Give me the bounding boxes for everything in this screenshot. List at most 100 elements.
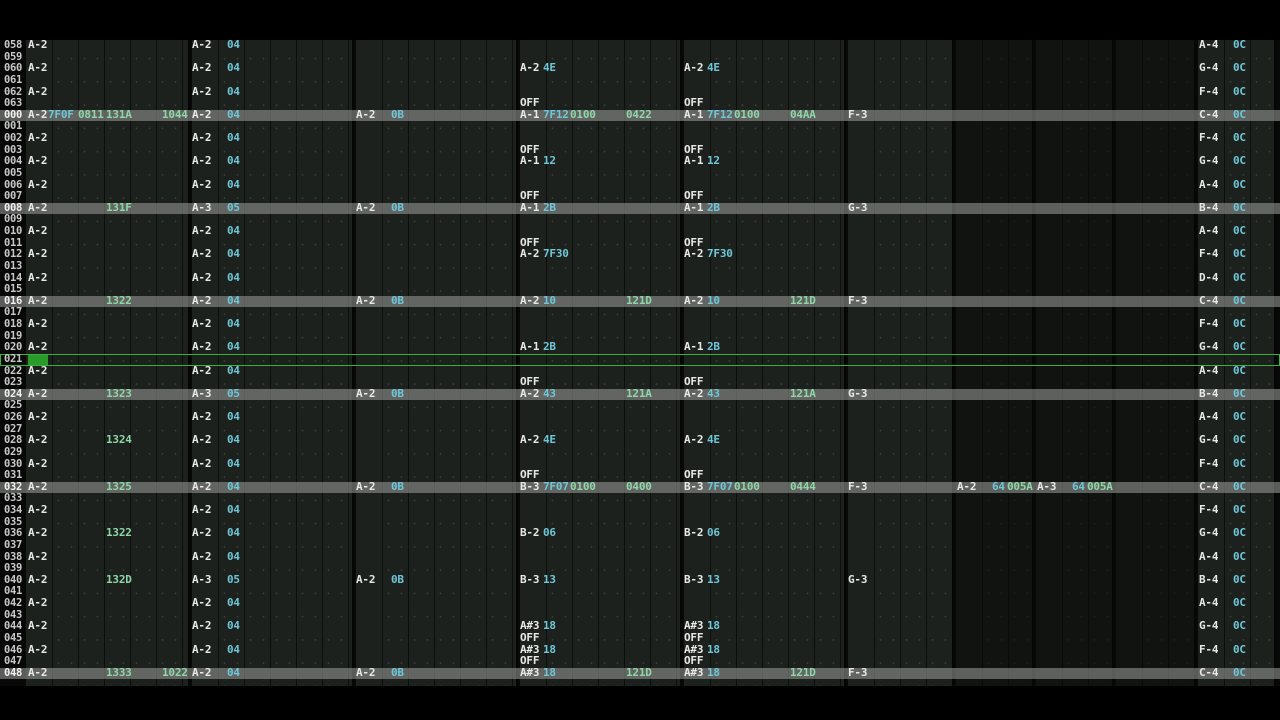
volume-cell[interactable]: 0C [1233,364,1246,377]
note-cell[interactable]: A-2 [28,597,47,609]
note-cell[interactable]: A-2 [192,411,211,423]
note-cell[interactable]: F-4 [1199,248,1218,260]
note-cell[interactable]: A-2 [520,434,539,446]
effect-cell[interactable]: 0811 [78,108,104,121]
note-cell[interactable]: A-2 [684,294,703,307]
note-cell[interactable]: A-2 [684,434,703,446]
note-cell[interactable]: A-2 [192,178,211,191]
note-cell[interactable]: G-4 [1199,527,1218,539]
volume-cell[interactable]: 04 [227,155,240,167]
note-cell[interactable]: F-3 [848,294,867,307]
note-cell[interactable]: A-2 [28,527,47,539]
note-cell[interactable]: A-2 [28,387,47,400]
volume-cell[interactable]: 0C [1233,178,1246,191]
volume-cell[interactable]: 10 [707,294,720,307]
note-cell[interactable]: F-3 [848,108,867,121]
volume-cell[interactable]: 18 [707,643,720,656]
pattern-row[interactable]: 060 A-2 A-2 04 A-2 4E A-2 4E G-4 0C [0,62,1280,75]
note-cell[interactable]: A-2 [192,155,211,167]
volume-cell[interactable]: 04 [227,248,240,260]
pattern-row[interactable]: 046 A-2 A-2 04 A#3 18 A#3 18 F-4 0C [0,643,1280,657]
note-cell[interactable]: A-2 [192,341,211,353]
note-cell[interactable]: A-2 [28,155,47,167]
effect-cell[interactable]: 0400 [626,480,652,493]
volume-cell[interactable]: 04 [227,364,240,377]
note-cell[interactable]: A-2 [520,387,539,400]
beat-row[interactable]: 000 A-2 7F0F 0811 131A 1044 A-2 04 A-2 0B A-1 7F12 0… [0,108,1280,122]
volume-cell[interactable]: 0C [1233,201,1246,214]
note-cell[interactable]: B-3 [684,573,703,586]
volume-cell[interactable]: 0C [1233,341,1246,353]
note-cell[interactable]: A-2 [192,62,211,74]
note-cell[interactable]: F-3 [848,480,867,493]
note-cell[interactable]: F-3 [848,666,867,679]
note-cell[interactable]: B-4 [1199,201,1218,214]
volume-cell[interactable]: 06 [707,527,720,539]
volume-cell[interactable]: 0C [1233,457,1246,470]
effect-cell[interactable]: 121D [790,666,816,679]
beat-row[interactable]: 024 A-2 1323 A-3 05 A-2 0B A-2 43 121A A-2 43 121A G-… [0,387,1280,401]
note-cell[interactable]: A-4 [1199,225,1218,237]
note-cell[interactable]: A#3 [520,666,539,679]
pattern-row[interactable]: 030 A-2 A-2 04 F-4 0C [0,457,1280,471]
volume-cell[interactable]: 43 [543,387,556,400]
volume-cell[interactable]: 0B [391,666,404,679]
volume-cell[interactable]: 0C [1233,155,1246,167]
volume-cell[interactable]: 0C [1233,85,1246,98]
volume-cell[interactable]: 0B [391,573,404,586]
note-cell[interactable]: A-2 [28,341,47,353]
effect-cell[interactable]: 1322 [106,527,132,539]
note-cell[interactable]: A-2 [520,294,539,307]
note-cell[interactable]: A-2 [192,248,211,260]
volume-cell[interactable]: 0C [1233,620,1246,632]
note-cell[interactable]: A-4 [1199,178,1218,191]
note-cell[interactable]: A-4 [1199,411,1218,423]
note-cell[interactable]: B-3 [684,480,703,493]
pattern-row[interactable]: 004 A-2 A-2 04 A-1 12 A-1 12 G-4 0C [0,155,1280,168]
note-cell[interactable]: A-2 [28,225,47,237]
volume-cell[interactable]: 04 [227,225,240,237]
volume-cell[interactable]: 64 [992,480,1005,493]
volume-cell[interactable]: 0C [1233,573,1246,586]
effect-cell[interactable]: 04AA [790,108,816,121]
note-cell[interactable]: A-4 [1199,364,1218,377]
note-cell[interactable]: A-2 [957,480,976,493]
effect-cell[interactable]: 1333 [106,666,132,679]
volume-cell[interactable]: 0B [391,108,404,121]
note-cell[interactable]: C-4 [1199,480,1218,493]
pattern-row[interactable]: 006 A-2 A-2 04 A-4 0C [0,178,1280,192]
volume-cell[interactable]: 04 [227,480,240,493]
note-cell[interactable]: A-2 [192,434,211,446]
effect-cell[interactable]: 1022 [162,666,188,679]
pattern-row[interactable]: 044 A-2 A-2 04 A#3 18 A#3 18 G-4 0C [0,620,1280,633]
pattern-row[interactable]: 042 A-2 A-2 04 A-4 0C [0,597,1280,610]
volume-cell[interactable]: 04 [227,40,240,51]
volume-cell[interactable]: 0B [391,294,404,307]
note-cell[interactable]: B-2 [520,527,539,539]
effect-cell[interactable]: 1325 [106,480,132,493]
volume-cell[interactable]: 04 [227,457,240,470]
volume-cell[interactable]: 18 [543,666,556,679]
note-cell[interactable]: A-1 [520,155,539,167]
volume-cell[interactable]: 04 [227,550,240,563]
volume-cell[interactable]: 10 [543,294,556,307]
note-cell[interactable]: A-2 [28,364,47,377]
volume-cell[interactable]: 04 [227,318,240,330]
note-cell[interactable]: A-3 [1037,480,1056,493]
volume-cell[interactable]: 04 [227,108,240,121]
note-cell[interactable]: A-2 [28,271,47,284]
volume-cell[interactable]: 04 [227,666,240,679]
note-cell[interactable]: A-2 [684,248,703,260]
volume-cell[interactable]: 0C [1233,318,1246,330]
note-cell[interactable]: A-2 [520,62,539,74]
note-cell[interactable]: C-4 [1199,294,1218,307]
volume-cell[interactable]: 04 [227,271,240,284]
volume-cell[interactable]: 05 [227,387,240,400]
effect-cell[interactable]: 1323 [106,387,132,400]
volume-cell[interactable]: 7F12 [707,108,733,121]
volume-cell[interactable]: 0B [391,201,404,214]
effect-cell[interactable]: 0100 [570,108,596,121]
note-cell[interactable]: A-2 [192,85,211,98]
note-cell[interactable]: C-4 [1199,666,1218,679]
effect-cell[interactable]: 0100 [734,480,760,493]
